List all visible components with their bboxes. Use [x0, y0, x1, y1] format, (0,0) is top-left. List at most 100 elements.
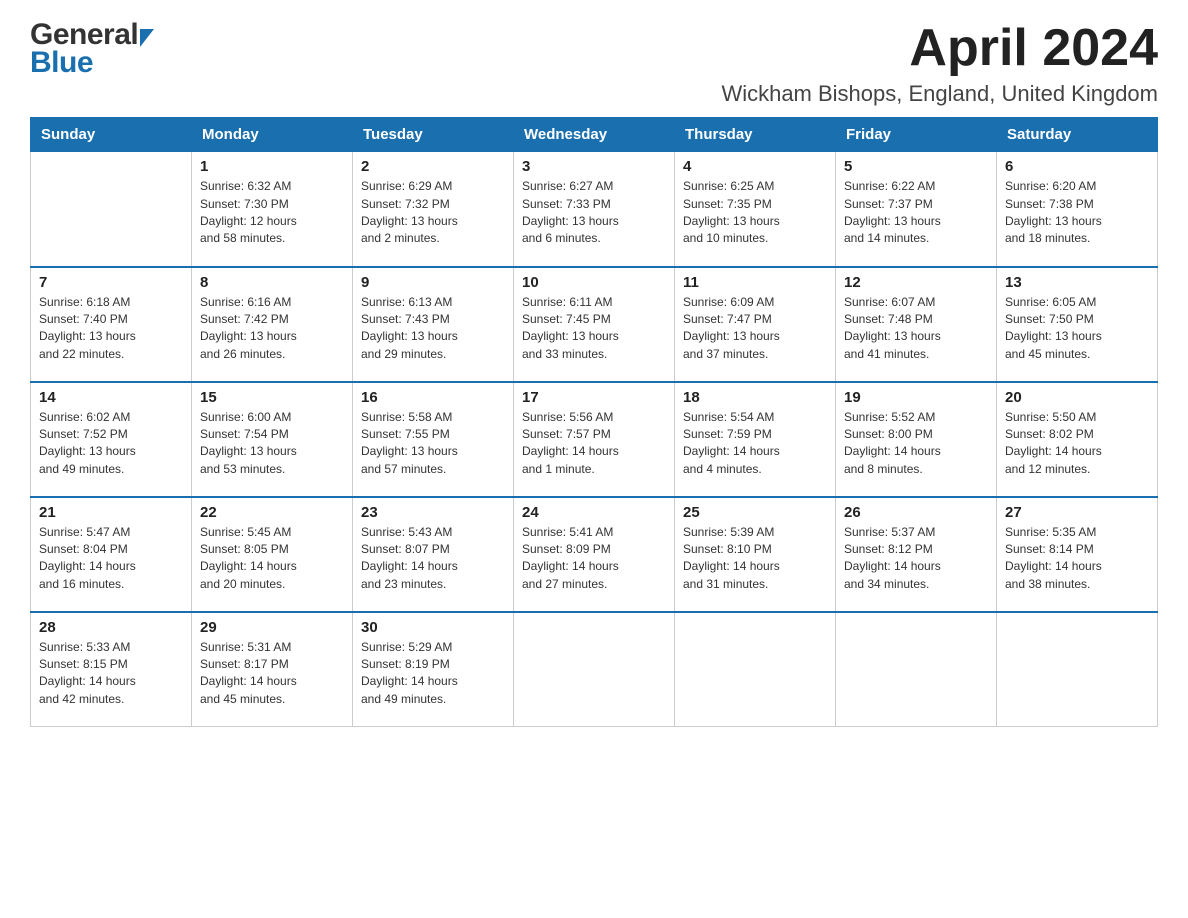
day-number: 11 — [683, 274, 827, 291]
calendar-cell: 17 Sunrise: 5:56 AMSunset: 7:57 PMDayligh… — [514, 382, 675, 497]
day-info: Sunrise: 6:32 AMSunset: 7:30 PMDaylight:… — [200, 178, 344, 248]
day-info: Sunrise: 5:50 AMSunset: 8:02 PMDaylight:… — [1005, 409, 1149, 479]
calendar-cell: 28 Sunrise: 5:33 AMSunset: 8:15 PMDayligh… — [31, 612, 192, 727]
calendar-cell: 11 Sunrise: 6:09 AMSunset: 7:47 PMDayligh… — [675, 267, 836, 382]
calendar-cell: 10 Sunrise: 6:11 AMSunset: 7:45 PMDayligh… — [514, 267, 675, 382]
day-info: Sunrise: 5:37 AMSunset: 8:12 PMDaylight:… — [844, 524, 988, 594]
week-row-3: 14 Sunrise: 6:02 AMSunset: 7:52 PMDayligh… — [31, 382, 1158, 497]
day-number: 2 — [361, 158, 505, 175]
calendar-cell: 4Sunrise: 6:25 AMSunset: 7:35 PMDaylight… — [675, 152, 836, 267]
calendar-cell: 8 Sunrise: 6:16 AMSunset: 7:42 PMDaylight… — [192, 267, 353, 382]
column-header-thursday: Thursday — [675, 118, 836, 152]
calendar-cell: 13Sunrise: 6:05 AMSunset: 7:50 PMDayligh… — [997, 267, 1158, 382]
day-info: Sunrise: 5:41 AMSunset: 8:09 PMDaylight:… — [522, 524, 666, 594]
day-info: Sunrise: 6:27 AMSunset: 7:33 PMDaylight:… — [522, 178, 666, 248]
day-info: Sunrise: 5:31 AMSunset: 8:17 PMDaylight:… — [200, 639, 344, 709]
header-row: SundayMondayTuesdayWednesdayThursdayFrid… — [31, 118, 1158, 152]
day-info: Sunrise: 6:22 AMSunset: 7:37 PMDaylight:… — [844, 178, 988, 248]
column-header-saturday: Saturday — [997, 118, 1158, 152]
day-info: Sunrise: 5:45 AMSunset: 8:05 PMDaylight:… — [200, 524, 344, 594]
day-info: Sunrise: 6:20 AMSunset: 7:38 PMDaylight:… — [1005, 178, 1149, 248]
day-number: 1 — [200, 158, 344, 175]
calendar-cell — [997, 612, 1158, 727]
calendar-cell: 21Sunrise: 5:47 AMSunset: 8:04 PMDayligh… — [31, 497, 192, 612]
calendar-header: SundayMondayTuesdayWednesdayThursdayFrid… — [31, 118, 1158, 152]
calendar-cell: 9Sunrise: 6:13 AMSunset: 7:43 PMDaylight… — [353, 267, 514, 382]
day-info: Sunrise: 6:18 AMSunset: 7:40 PMDaylight:… — [39, 294, 183, 364]
day-number: 29 — [200, 619, 344, 636]
day-number: 24 — [522, 504, 666, 521]
day-number: 3 — [522, 158, 666, 175]
day-info: Sunrise: 6:07 AMSunset: 7:48 PMDaylight:… — [844, 294, 988, 364]
calendar-cell: 7 Sunrise: 6:18 AMSunset: 7:40 PMDaylight… — [31, 267, 192, 382]
day-number: 13 — [1005, 274, 1149, 291]
day-number: 19 — [844, 389, 988, 406]
day-number: 18 — [683, 389, 827, 406]
day-number: 23 — [361, 504, 505, 521]
calendar-cell: 24 Sunrise: 5:41 AMSunset: 8:09 PMDayligh… — [514, 497, 675, 612]
day-number: 25 — [683, 504, 827, 521]
column-header-friday: Friday — [836, 118, 997, 152]
day-info: Sunrise: 5:54 AMSunset: 7:59 PMDaylight:… — [683, 409, 827, 479]
day-info: Sunrise: 5:35 AMSunset: 8:14 PMDaylight:… — [1005, 524, 1149, 594]
day-info: Sunrise: 5:47 AMSunset: 8:04 PMDaylight:… — [39, 524, 183, 594]
day-number: 8 — [200, 274, 344, 291]
calendar-cell: 2 Sunrise: 6:29 AMSunset: 7:32 PMDaylight… — [353, 152, 514, 267]
week-row-1: 1 Sunrise: 6:32 AMSunset: 7:30 PMDaylight… — [31, 152, 1158, 267]
day-number: 7 — [39, 274, 183, 291]
day-info: Sunrise: 6:02 AMSunset: 7:52 PMDaylight:… — [39, 409, 183, 479]
calendar-cell: 5 Sunrise: 6:22 AMSunset: 7:37 PMDaylight… — [836, 152, 997, 267]
calendar-cell: 23 Sunrise: 5:43 AMSunset: 8:07 PMDayligh… — [353, 497, 514, 612]
calendar-cell: 16 Sunrise: 5:58 AMSunset: 7:55 PMDayligh… — [353, 382, 514, 497]
day-number: 5 — [844, 158, 988, 175]
title-block: April 2024 Wickham Bishops, England, Uni… — [721, 20, 1158, 107]
week-row-5: 28 Sunrise: 5:33 AMSunset: 8:15 PMDayligh… — [31, 612, 1158, 727]
week-row-2: 7 Sunrise: 6:18 AMSunset: 7:40 PMDaylight… — [31, 267, 1158, 382]
day-number: 27 — [1005, 504, 1149, 521]
calendar-cell: 19Sunrise: 5:52 AMSunset: 8:00 PMDayligh… — [836, 382, 997, 497]
day-info: Sunrise: 6:00 AMSunset: 7:54 PMDaylight:… — [200, 409, 344, 479]
calendar-cell: 26 Sunrise: 5:37 AMSunset: 8:12 PMDayligh… — [836, 497, 997, 612]
calendar-cell — [31, 152, 192, 267]
day-number: 28 — [39, 619, 183, 636]
week-row-4: 21Sunrise: 5:47 AMSunset: 8:04 PMDayligh… — [31, 497, 1158, 612]
day-info: Sunrise: 5:43 AMSunset: 8:07 PMDaylight:… — [361, 524, 505, 594]
location-title: Wickham Bishops, England, United Kingdom — [721, 81, 1158, 107]
calendar-cell: 1 Sunrise: 6:32 AMSunset: 7:30 PMDaylight… — [192, 152, 353, 267]
column-header-wednesday: Wednesday — [514, 118, 675, 152]
column-header-sunday: Sunday — [31, 118, 192, 152]
calendar-cell: 3 Sunrise: 6:27 AMSunset: 7:33 PMDaylight… — [514, 152, 675, 267]
day-info: Sunrise: 5:56 AMSunset: 7:57 PMDaylight:… — [522, 409, 666, 479]
calendar-cell: 18 Sunrise: 5:54 AMSunset: 7:59 PMDayligh… — [675, 382, 836, 497]
day-info: Sunrise: 6:29 AMSunset: 7:32 PMDaylight:… — [361, 178, 505, 248]
calendar-body: 1 Sunrise: 6:32 AMSunset: 7:30 PMDaylight… — [31, 152, 1158, 727]
month-title: April 2024 — [721, 20, 1158, 77]
day-info: Sunrise: 6:25 AMSunset: 7:35 PMDaylight:… — [683, 178, 827, 248]
day-number: 17 — [522, 389, 666, 406]
logo-arrow-icon — [140, 29, 154, 47]
calendar-cell: 25 Sunrise: 5:39 AMSunset: 8:10 PMDayligh… — [675, 497, 836, 612]
calendar-cell: 29 Sunrise: 5:31 AMSunset: 8:17 PMDayligh… — [192, 612, 353, 727]
day-info: Sunrise: 5:29 AMSunset: 8:19 PMDaylight:… — [361, 639, 505, 709]
day-info: Sunrise: 5:58 AMSunset: 7:55 PMDaylight:… — [361, 409, 505, 479]
logo-blue-text: Blue — [30, 48, 93, 78]
day-number: 16 — [361, 389, 505, 406]
day-number: 26 — [844, 504, 988, 521]
day-info: Sunrise: 6:11 AMSunset: 7:45 PMDaylight:… — [522, 294, 666, 364]
day-number: 14 — [39, 389, 183, 406]
day-number: 10 — [522, 274, 666, 291]
calendar-table: SundayMondayTuesdayWednesdayThursdayFrid… — [30, 117, 1158, 727]
day-info: Sunrise: 5:39 AMSunset: 8:10 PMDaylight:… — [683, 524, 827, 594]
calendar-cell: 30Sunrise: 5:29 AMSunset: 8:19 PMDayligh… — [353, 612, 514, 727]
day-number: 6 — [1005, 158, 1149, 175]
calendar-cell: 22 Sunrise: 5:45 AMSunset: 8:05 PMDayligh… — [192, 497, 353, 612]
day-info: Sunrise: 6:16 AMSunset: 7:42 PMDaylight:… — [200, 294, 344, 364]
calendar-cell — [675, 612, 836, 727]
calendar-cell: 6 Sunrise: 6:20 AMSunset: 7:38 PMDaylight… — [997, 152, 1158, 267]
day-info: Sunrise: 5:33 AMSunset: 8:15 PMDaylight:… — [39, 639, 183, 709]
day-number: 22 — [200, 504, 344, 521]
logo: General Blue — [30, 20, 154, 78]
day-info: Sunrise: 6:09 AMSunset: 7:47 PMDaylight:… — [683, 294, 827, 364]
calendar-cell: 14 Sunrise: 6:02 AMSunset: 7:52 PMDayligh… — [31, 382, 192, 497]
day-number: 20 — [1005, 389, 1149, 406]
